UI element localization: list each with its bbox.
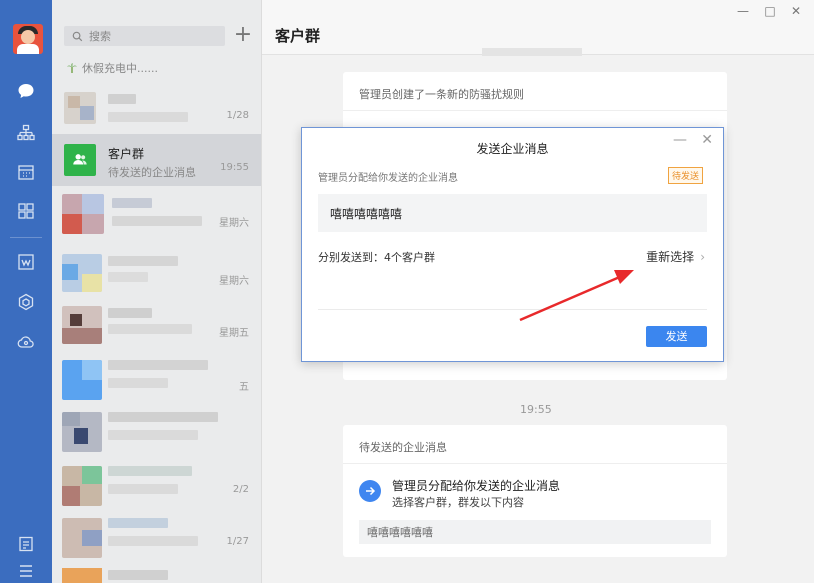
user-avatar[interactable] <box>13 24 43 54</box>
conversation-name: 客户群 <box>108 147 145 161</box>
list-item[interactable]: 星期六 <box>52 244 261 296</box>
minimize-window-button[interactable]: — <box>735 4 751 18</box>
cube-icon[interactable] <box>14 290 38 314</box>
list-item[interactable]: 星期五 <box>52 296 261 348</box>
message-content: 嘻嘻嘻嘻嘻嘻 <box>318 194 707 232</box>
conversation-time: 1/27 <box>226 536 249 547</box>
dialog-title: 发送企业消息 <box>476 142 549 156</box>
nav-rail <box>0 0 52 583</box>
arrow-right-icon <box>359 480 381 502</box>
dialog-minimize-button[interactable]: — <box>673 132 687 148</box>
dialog-close-button[interactable]: ✕ <box>701 132 713 148</box>
files-icon[interactable] <box>14 532 38 556</box>
reselect-button[interactable]: 重新选择 › <box>646 248 705 265</box>
chat-header: 客户群 — □ ✕ <box>262 0 814 55</box>
conversation-time: 2/2 <box>232 484 249 495</box>
workbench-icon[interactable] <box>14 199 38 223</box>
card-line-1: 管理员分配给你发送的企业消息 <box>392 479 561 493</box>
list-item[interactable]: 五 <box>52 350 261 402</box>
group-icon <box>73 154 87 165</box>
send-enterprise-message-dialog: 发送企业消息 — ✕ 管理员分配给你发送的企业消息 待发送 嘻嘻嘻嘻嘻嘻 分别发… <box>301 127 724 362</box>
chat-title: 客户群 <box>275 27 321 45</box>
search-placeholder: 搜索 <box>89 30 111 43</box>
avatar <box>62 518 102 558</box>
palm-tree-icon <box>67 63 77 73</box>
list-item[interactable]: 星期六 <box>52 186 261 244</box>
avatar <box>62 254 102 292</box>
send-button[interactable]: 发送 <box>646 326 707 347</box>
avatar <box>62 306 102 344</box>
menu-icon[interactable] <box>14 559 38 583</box>
user-status[interactable]: 休假充电中...... <box>66 60 158 76</box>
conversation-time: 星期五 <box>219 328 249 339</box>
list-item[interactable]: 2/2 <box>52 456 261 508</box>
avatar <box>62 360 102 400</box>
dialog-subtitle: 管理员分配给你发送的企业消息 <box>318 173 458 184</box>
search-input[interactable]: 搜索 <box>64 26 225 46</box>
chevron-right-icon: › <box>700 249 705 264</box>
conversation-time: 19:55 <box>220 162 249 173</box>
cloud-drive-icon[interactable] <box>14 330 38 354</box>
list-item[interactable] <box>52 566 261 583</box>
avatar <box>62 466 102 506</box>
message-timestamp: 19:55 <box>520 403 552 416</box>
chat-icon[interactable] <box>14 79 38 103</box>
group-avatar <box>64 144 96 176</box>
clipped-timestamp <box>482 48 582 56</box>
conversation-time: 星期六 <box>219 218 249 229</box>
avatar <box>62 194 104 234</box>
conversation-time: 五 <box>239 382 249 393</box>
card-content-preview: 嘻嘻嘻嘻嘻嘻 <box>359 520 711 544</box>
status-text: 休假充电中...... <box>82 62 158 75</box>
contacts-icon[interactable] <box>14 121 38 145</box>
card-line-2: 选择客户群，群发以下内容 <box>392 496 524 509</box>
close-window-button[interactable]: ✕ <box>788 4 804 18</box>
conversation-time: 星期六 <box>219 276 249 287</box>
conversation-list: 搜索 + 休假充电中...... 1/28 客户群 待发送的企业消息 19:55… <box>52 0 262 583</box>
list-item[interactable]: 1/27 <box>52 508 261 560</box>
calendar-icon[interactable] <box>14 160 38 184</box>
report-icon[interactable] <box>14 250 38 274</box>
list-item[interactable] <box>52 402 261 456</box>
search-icon <box>72 31 83 41</box>
list-item[interactable]: 1/28 <box>52 82 261 134</box>
card-caption: 待发送的企业消息 <box>359 441 447 454</box>
avatar <box>62 412 102 452</box>
conversation-time: 1/28 <box>226 110 249 121</box>
maximize-window-button[interactable]: □ <box>762 4 778 18</box>
card-caption: 管理员创建了一条新的防骚扰规则 <box>359 88 524 101</box>
avatar <box>64 92 96 124</box>
conversation-preview: 待发送的企业消息 <box>108 166 196 179</box>
status-badge: 待发送 <box>667 167 703 184</box>
add-button[interactable]: + <box>232 22 254 48</box>
send-to-text: 分别发送到：4个客户群 <box>318 251 435 264</box>
pending-message-card[interactable]: 待发送的企业消息 管理员分配给你发送的企业消息 选择客户群，群发以下内容 嘻嘻嘻… <box>343 425 727 557</box>
list-item-customer-group[interactable]: 客户群 待发送的企业消息 19:55 <box>52 134 261 186</box>
reselect-label: 重新选择 <box>646 250 695 264</box>
